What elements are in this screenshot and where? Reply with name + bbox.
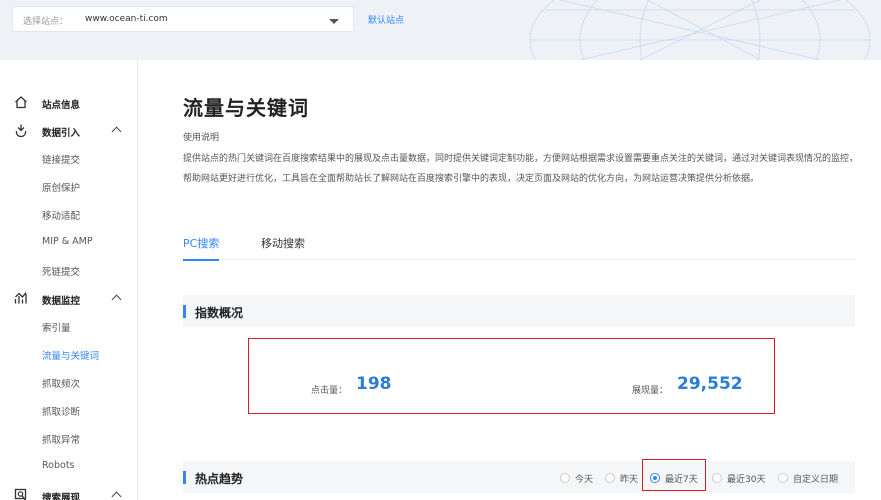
chevron-down-icon[interactable] (329, 19, 339, 24)
sidebar-group-label: 数据监控 (42, 296, 81, 307)
usage-title: 使用说明 (183, 133, 220, 143)
sidebar-item-crawl-frequency[interactable]: 抓取频次 (42, 376, 80, 390)
radio-icon[interactable] (778, 473, 788, 483)
sidebar-group-search-display[interactable]: 搜索展现 (0, 485, 138, 500)
selected-range-highlight (642, 459, 706, 491)
sidebar-group-data-import[interactable]: 数据引入 (0, 120, 138, 142)
search-type-tabs: PC搜索 移动搜索 (183, 232, 855, 261)
tab-mobile-search[interactable]: 移动搜索 (261, 235, 305, 259)
sidebar: 站点信息 数据引入 链接提交 原创保护 移动适配 MIP & AMP 死链提交 … (0, 60, 138, 500)
sidebar-item-mip-amp[interactable]: MIP & AMP (42, 236, 93, 247)
top-bar: 选择站点： www.ocean-ti.com 默认站点 (0, 0, 881, 60)
sidebar-item-traffic-keywords[interactable]: 流量与关键词 (42, 348, 99, 362)
sidebar-item-index-volume[interactable]: 索引量 (42, 320, 71, 334)
range-option-label: 昨天 (620, 475, 639, 485)
sidebar-item-crawl-errors[interactable]: 抓取异常 (42, 432, 80, 446)
chevron-up-icon[interactable] (111, 491, 122, 500)
sidebar-item-dead-link[interactable]: 死链提交 (42, 264, 80, 278)
radio-icon[interactable] (605, 473, 615, 483)
sidebar-group-site-info[interactable]: 站点信息 (0, 92, 138, 114)
sidebar-item-original-protect[interactable]: 原创保护 (42, 180, 80, 194)
monitor-chart-icon (14, 292, 27, 304)
sidebar-item-mobile-adapt[interactable]: 移动适配 (42, 208, 80, 222)
trend-section-title: 热点趋势 (195, 472, 244, 486)
overview-metrics-box: 点击量： 198 展现量： 29,552 (248, 338, 775, 414)
impressions-label: 展现量： (632, 386, 669, 396)
globe-decoration-icon (529, 0, 871, 60)
radio-icon[interactable] (712, 473, 722, 483)
search-display-icon (14, 488, 27, 500)
sidebar-item-link-submit[interactable]: 链接提交 (42, 152, 80, 166)
default-site-link[interactable]: 默认站点 (368, 13, 404, 26)
range-option-label: 自定义日期 (793, 475, 839, 485)
overview-section-title: 指数概况 (195, 306, 244, 320)
clicks-label: 点击量： (311, 386, 348, 396)
site-selector-label: 选择站点： (23, 17, 69, 27)
page-title: 流量与关键词 (183, 96, 309, 120)
overview-section-header: 指数概况 (183, 295, 855, 327)
section-accent-bar (183, 305, 186, 318)
section-accent-bar (183, 471, 186, 484)
chevron-up-icon[interactable] (111, 294, 122, 305)
sidebar-item-robots[interactable]: Robots (42, 460, 75, 471)
impressions-value: 29,552 (677, 374, 743, 394)
chevron-up-icon[interactable] (111, 126, 122, 137)
range-option-label: 今天 (575, 475, 594, 485)
site-selector-value: www.ocean-ti.com (85, 14, 168, 24)
sidebar-group-label: 搜索展现 (42, 493, 81, 500)
sidebar-item-crawl-diagnosis[interactable]: 抓取诊断 (42, 404, 80, 418)
sidebar-group-data-monitor[interactable]: 数据监控 (0, 288, 138, 310)
home-icon (15, 96, 27, 109)
sidebar-group-label: 数据引入 (42, 128, 81, 139)
usage-description: 提供站点的热门关键词在百度搜索结果中的展现及点击量数据，同时提供关键词定制功能，… (183, 154, 859, 184)
data-import-icon (15, 124, 27, 137)
sidebar-group-label: 站点信息 (42, 100, 81, 111)
tab-pc-search[interactable]: PC搜索 (183, 235, 220, 261)
site-selector[interactable]: 选择站点： www.ocean-ti.com (12, 6, 354, 32)
clicks-value: 198 (356, 374, 392, 394)
radio-icon[interactable] (560, 473, 570, 483)
range-option-label: 最近30天 (727, 475, 766, 485)
